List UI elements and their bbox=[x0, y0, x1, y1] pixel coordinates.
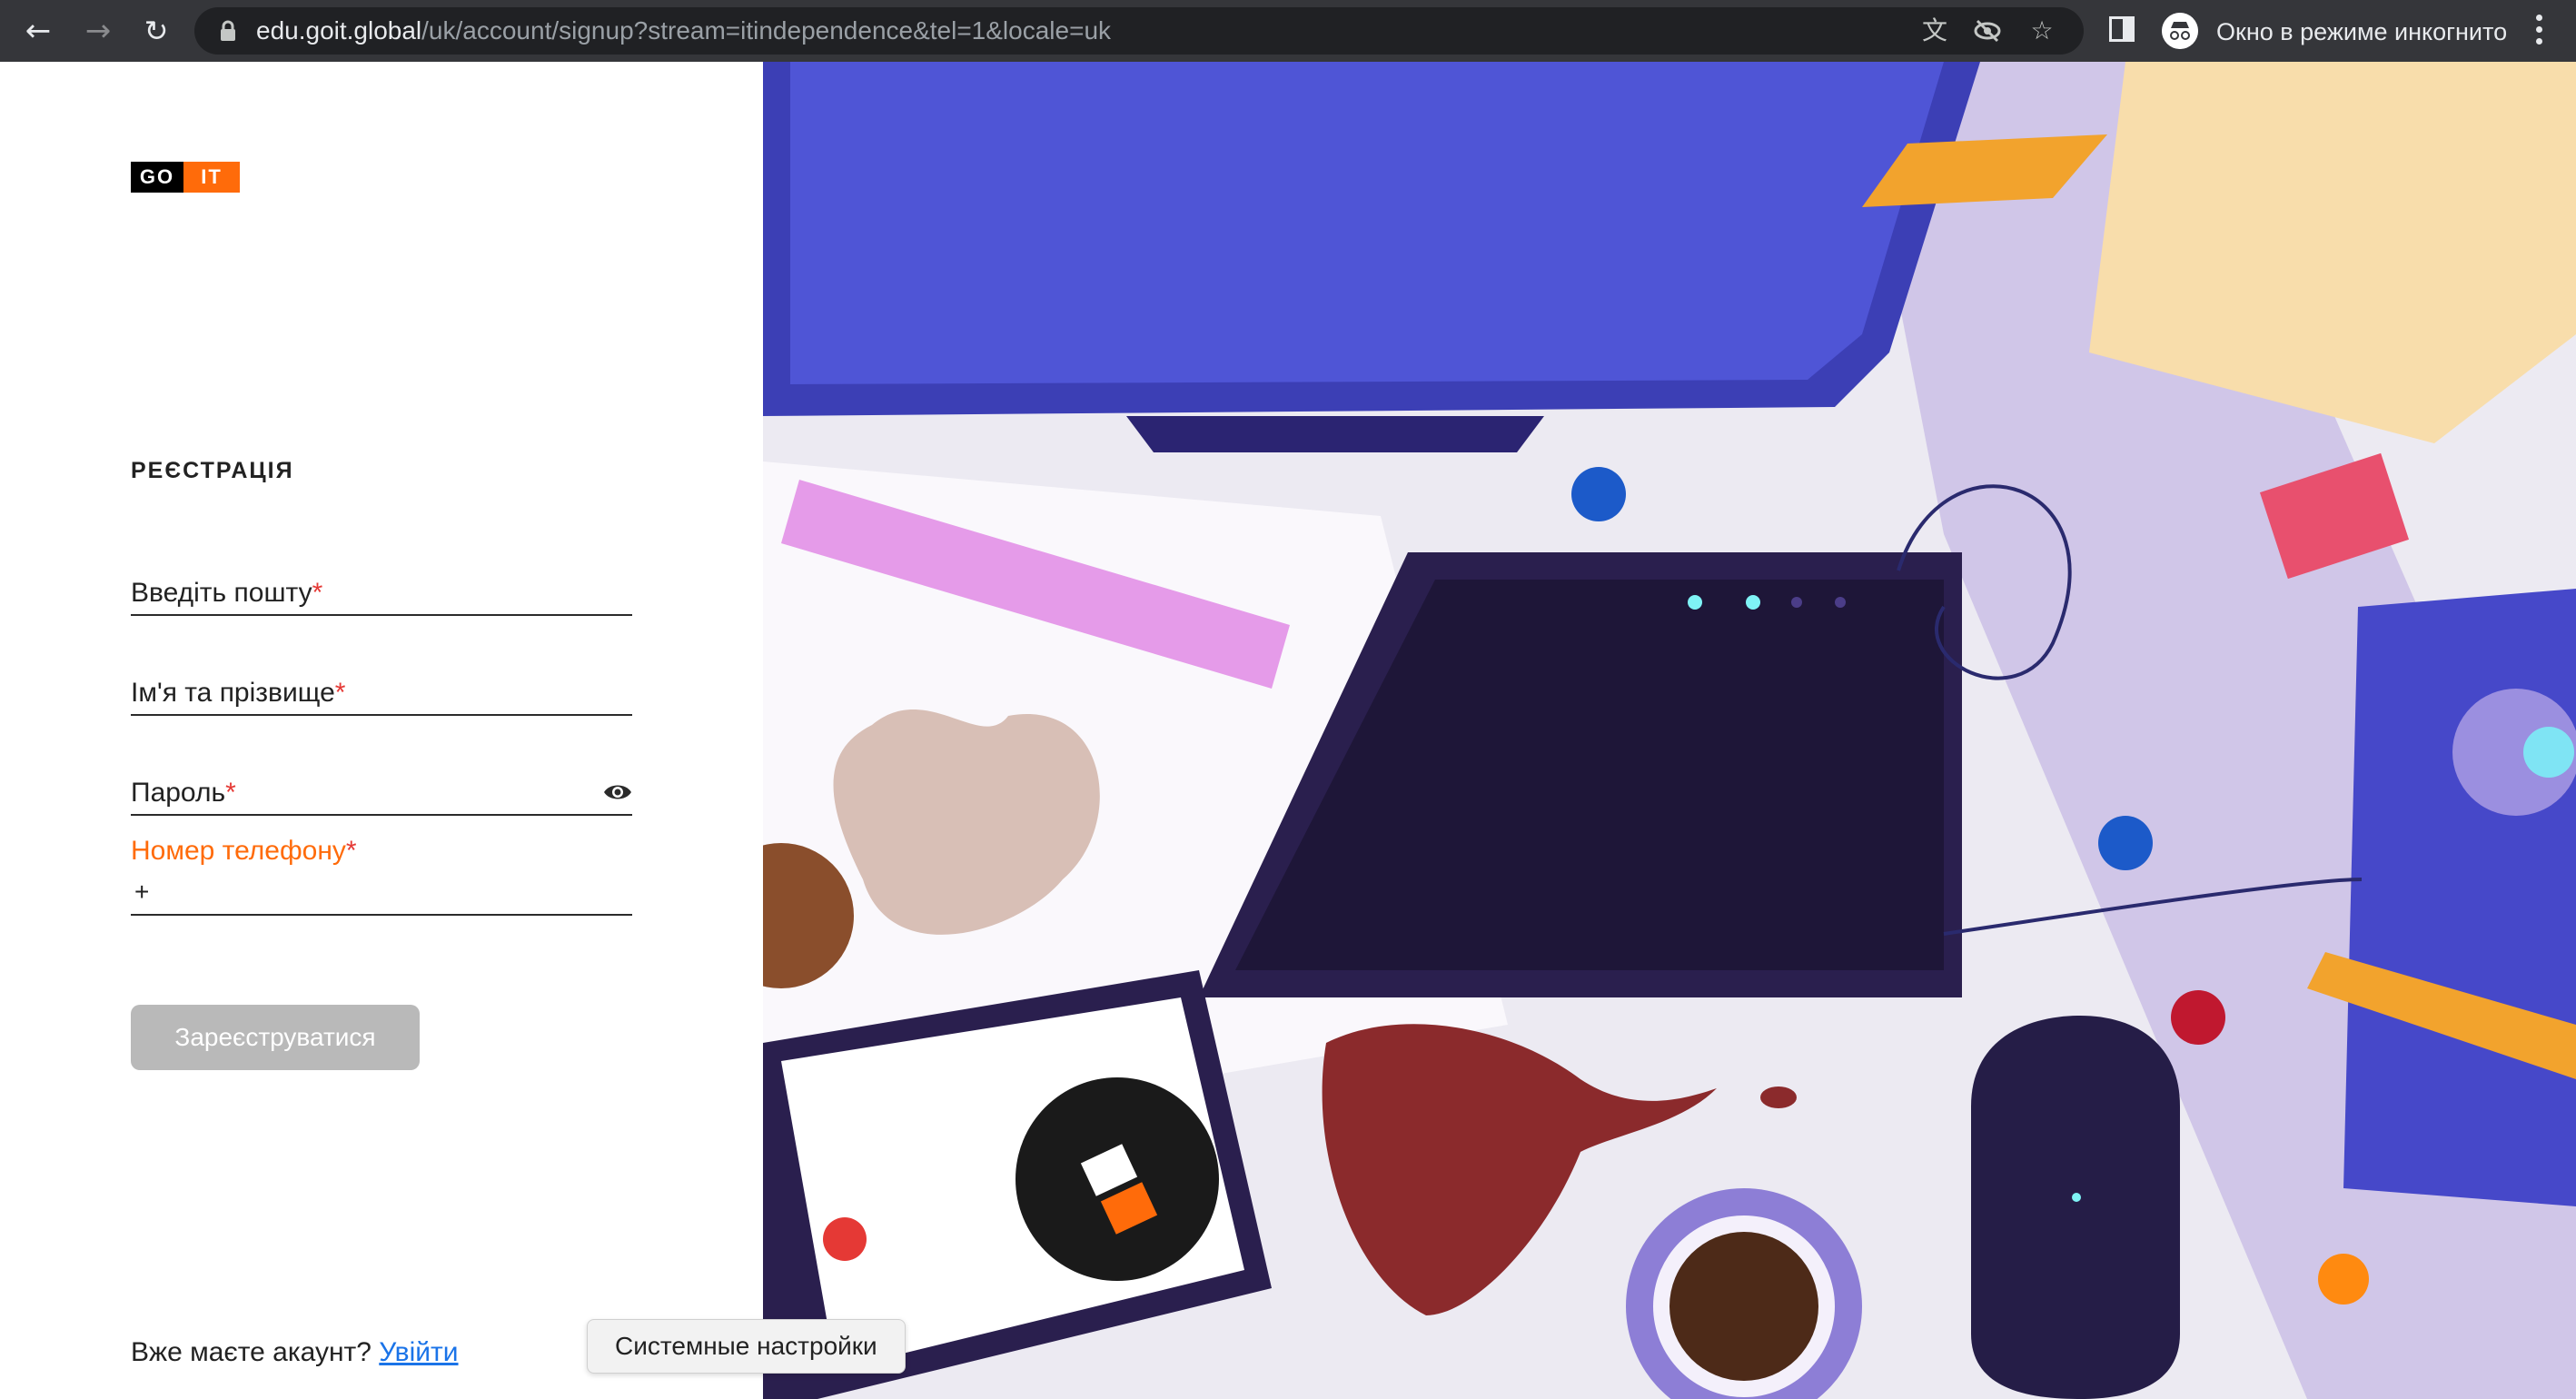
address-bar[interactable]: edu.goit.global/uk/account/signup?stream… bbox=[194, 7, 2084, 55]
eye-off-icon[interactable] bbox=[1973, 16, 2002, 45]
register-button[interactable]: Зареєструватися bbox=[131, 1005, 420, 1070]
goit-logo[interactable]: GO IT bbox=[131, 162, 240, 193]
star-icon[interactable]: ☆ bbox=[2027, 16, 2056, 45]
system-settings-tooltip: Системные настройки bbox=[587, 1319, 906, 1374]
incognito-label: Окно в режиме инкогнито bbox=[2216, 18, 2508, 45]
full-name-field[interactable]: Ім'я та прізвище* bbox=[131, 672, 632, 716]
phone-field[interactable]: + bbox=[131, 876, 632, 916]
browser-toolbar: ← → ↻ edu.goit.global/uk/account/signup?… bbox=[0, 0, 2576, 62]
lock-icon[interactable] bbox=[216, 19, 240, 43]
email-label: Введіть пошту bbox=[131, 578, 312, 608]
more-icon[interactable] bbox=[2534, 11, 2543, 51]
login-link[interactable]: Увійти bbox=[379, 1337, 458, 1367]
hero-illustration bbox=[763, 62, 2576, 1399]
login-prompt: Вже маєте акаунт? Увійти bbox=[131, 1337, 459, 1367]
incognito-icon bbox=[2162, 13, 2198, 49]
show-password-icon[interactable] bbox=[603, 781, 632, 803]
phone-prefix: + bbox=[134, 878, 150, 906]
side-panel-icon[interactable] bbox=[2109, 16, 2135, 42]
password-field[interactable]: Пароль* bbox=[131, 772, 632, 816]
translate-icon[interactable]: 文 bbox=[1920, 16, 1949, 45]
forward-icon[interactable]: → bbox=[80, 13, 116, 49]
desk-illustration bbox=[763, 62, 2576, 1399]
name-label: Ім'я та прізвище bbox=[131, 678, 335, 708]
back-icon[interactable]: ← bbox=[20, 13, 56, 49]
signup-panel: GO IT РЕЄСТРАЦІЯ Введіть пошту* Ім'я та … bbox=[0, 62, 763, 1399]
email-field[interactable]: Введіть пошту* bbox=[131, 572, 632, 616]
url-text[interactable]: edu.goit.global/uk/account/signup?stream… bbox=[256, 16, 1111, 45]
phone-label: Номер телефону* bbox=[131, 836, 357, 866]
page-title: РЕЄСТРАЦІЯ bbox=[131, 458, 294, 483]
reload-icon[interactable]: ↻ bbox=[138, 13, 174, 49]
password-label: Пароль bbox=[131, 778, 226, 808]
